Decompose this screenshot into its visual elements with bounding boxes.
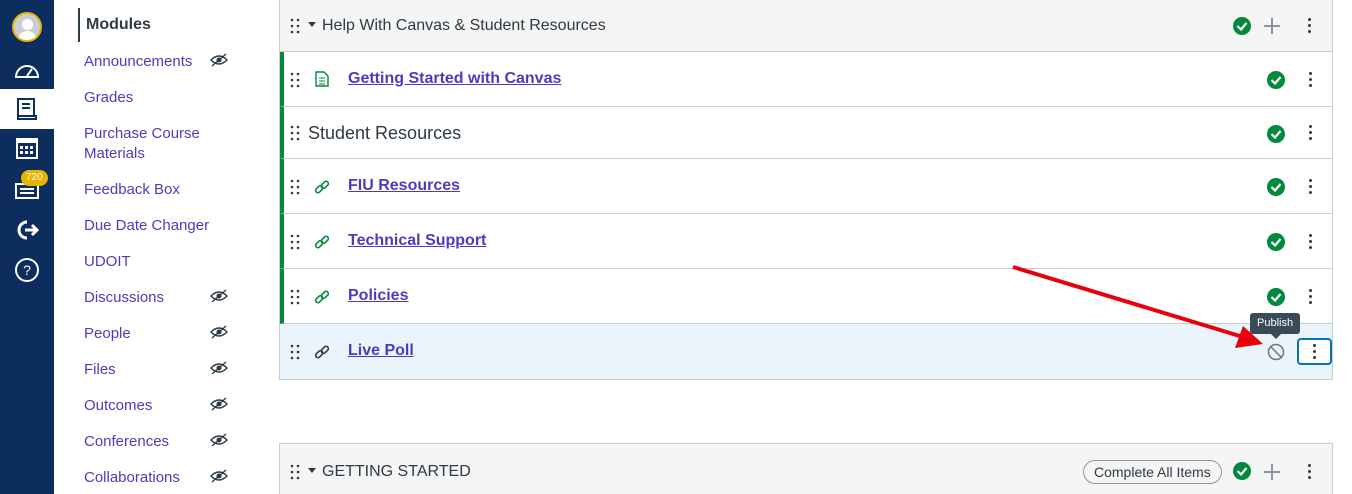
drag-handle-icon[interactable]: [290, 72, 300, 88]
svg-text:?: ?: [23, 262, 31, 278]
external-link-chain-icon: [314, 345, 330, 359]
annotation-arrow: [1012, 265, 1263, 348]
help-icon: ?: [15, 258, 39, 282]
hidden-eye-icon: [210, 433, 228, 447]
dashboard-icon: [15, 65, 39, 78]
module-title: GETTING STARTED: [322, 463, 471, 480]
published-check-icon[interactable]: [1233, 17, 1251, 35]
published-check-icon[interactable]: [1267, 71, 1285, 89]
calendar-icon: [16, 138, 38, 159]
module-getting-started: GETTING STARTED Complete All Items: [279, 443, 1333, 494]
hidden-eye-icon: [210, 289, 228, 303]
item-options-kebab-icon[interactable]: [1309, 125, 1313, 141]
module-item-link[interactable]: Policies: [348, 269, 408, 323]
courses-icon: [17, 98, 37, 120]
collapse-caret-icon[interactable]: [308, 22, 316, 27]
item-options-kebab-icon[interactable]: [1309, 72, 1313, 88]
text-header-title: Student Resources: [308, 123, 462, 143]
drag-handle-icon[interactable]: [290, 18, 300, 34]
item-options-button-focused[interactable]: [1297, 338, 1332, 365]
hidden-eye-icon: [210, 53, 228, 67]
item-options-kebab-icon[interactable]: [1309, 289, 1313, 305]
course-nav-modules-current[interactable]: Modules: [78, 8, 248, 42]
module-header[interactable]: GETTING STARTED Complete All Items: [280, 444, 1332, 494]
drag-handle-icon[interactable]: [290, 234, 300, 250]
hidden-eye-icon: [210, 397, 228, 411]
module-item-student-resources-header: Student Resources: [280, 107, 1332, 159]
drag-handle-icon[interactable]: [290, 344, 300, 360]
drag-handle-icon[interactable]: [290, 289, 300, 305]
external-link-chain-icon: [314, 290, 330, 304]
item-options-kebab-icon[interactable]: [1309, 179, 1313, 195]
hidden-eye-icon: [210, 469, 228, 483]
inbox-count-badge: 720: [21, 170, 48, 186]
module-item-link[interactable]: FIU Resources: [348, 159, 460, 213]
account-avatar-icon: [12, 12, 42, 42]
drag-handle-icon[interactable]: [290, 125, 300, 141]
course-nav-announcements[interactable]: Announcements: [84, 52, 214, 72]
commons-button[interactable]: [0, 210, 54, 250]
drag-handle-icon[interactable]: [290, 179, 300, 195]
course-nav-files[interactable]: Files: [84, 360, 214, 380]
courses-button[interactable]: [0, 89, 54, 129]
course-nav-outcomes[interactable]: Outcomes: [84, 396, 214, 416]
course-nav-people[interactable]: People: [84, 324, 214, 344]
calendar-button[interactable]: [0, 128, 54, 168]
module-title: Help With Canvas & Student Resources: [322, 17, 606, 34]
published-check-icon[interactable]: [1267, 233, 1285, 251]
item-options-kebab-icon[interactable]: [1313, 344, 1317, 360]
external-link-chain-icon: [314, 180, 330, 194]
dashboard-button[interactable]: [0, 50, 54, 90]
course-nav-due-date-changer[interactable]: Due Date Changer: [84, 216, 214, 236]
commons-icon: [17, 220, 40, 240]
module-item-link[interactable]: Getting Started with Canvas: [348, 52, 561, 106]
collapse-caret-icon[interactable]: [308, 468, 316, 473]
module-item-technical-support: Technical Support: [280, 214, 1332, 269]
hidden-eye-icon: [210, 325, 228, 339]
module-options-kebab-icon[interactable]: [1308, 18, 1312, 34]
add-item-plus-icon[interactable]: [1264, 464, 1280, 480]
module-header[interactable]: Help With Canvas & Student Resources: [280, 0, 1332, 52]
course-nav-udoit[interactable]: UDOIT: [84, 252, 214, 272]
published-check-icon[interactable]: [1267, 178, 1285, 196]
published-check-icon[interactable]: [1267, 125, 1285, 143]
course-nav-collaborations[interactable]: Collaborations: [84, 468, 214, 488]
drag-handle-icon[interactable]: [290, 464, 300, 480]
module-options-kebab-icon[interactable]: [1308, 464, 1312, 480]
external-link-chain-icon: [314, 235, 330, 249]
hidden-eye-icon: [210, 361, 228, 375]
add-item-plus-icon[interactable]: [1264, 18, 1280, 34]
published-check-icon[interactable]: [1233, 462, 1251, 480]
global-navigation: 720 ?: [0, 0, 54, 494]
course-nav-feedback-box[interactable]: Feedback Box: [84, 180, 214, 200]
complete-all-items-button[interactable]: Complete All Items: [1083, 460, 1222, 484]
course-nav-conferences[interactable]: Conferences: [84, 432, 214, 452]
course-nav-purchase-course-materials[interactable]: Purchase Course Materials: [84, 124, 214, 164]
page-document-icon: [315, 71, 329, 87]
module-item-fiu-resources: FIU Resources: [280, 159, 1332, 214]
help-button[interactable]: ?: [0, 250, 54, 290]
item-options-kebab-icon[interactable]: [1309, 234, 1313, 250]
module-item-link[interactable]: Live Poll: [348, 324, 414, 378]
module-item-getting-started: Getting Started with Canvas: [280, 52, 1332, 107]
course-nav-grades[interactable]: Grades: [84, 88, 214, 108]
account-button[interactable]: [0, 7, 54, 47]
course-nav-discussions[interactable]: Discussions: [84, 288, 214, 308]
module-item-link[interactable]: Technical Support: [348, 214, 486, 268]
